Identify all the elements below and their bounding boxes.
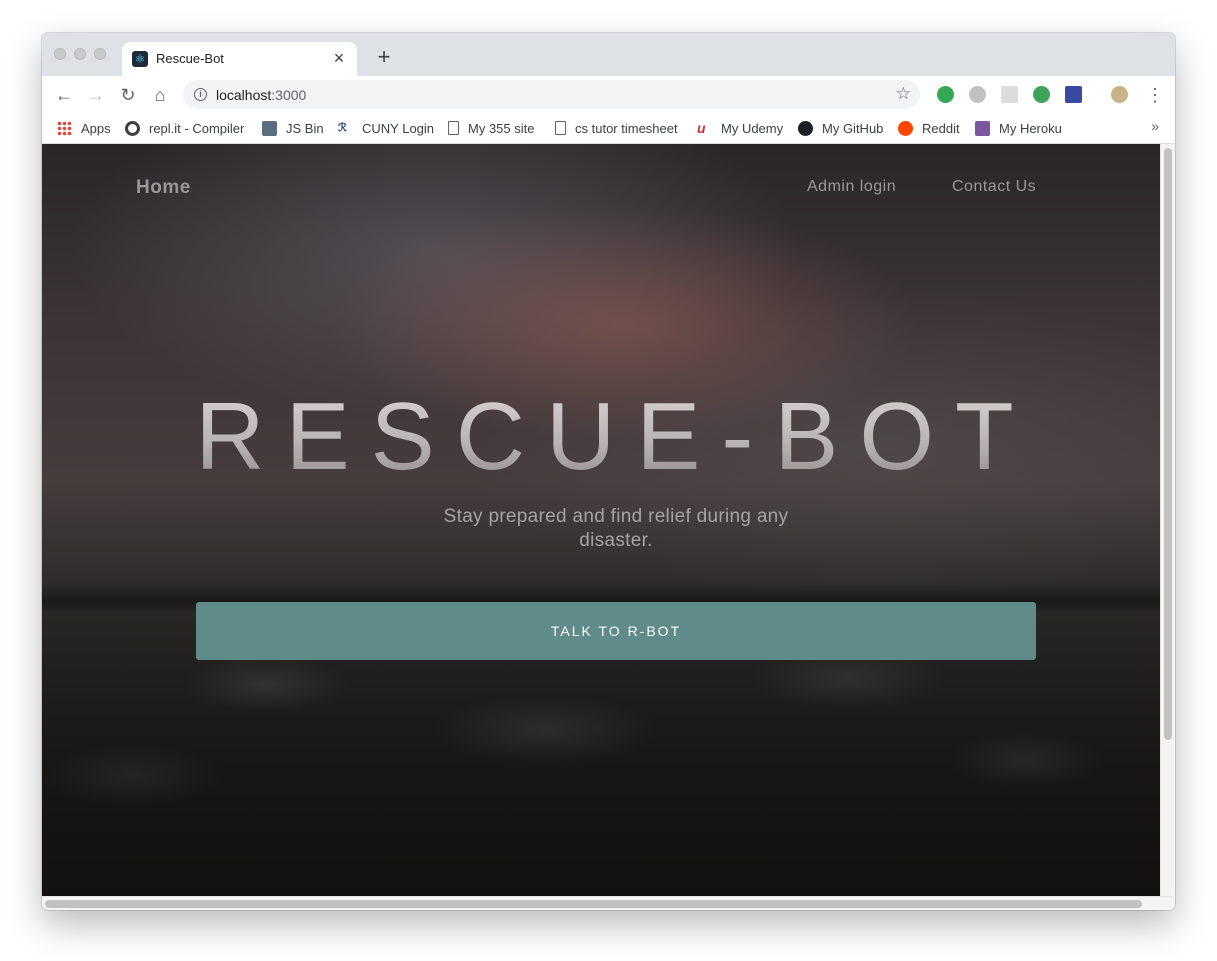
page-viewport: Home Admin login Contact Us RESCUE-BOT S… [42,144,1160,896]
extension-green-icon[interactable] [937,86,954,103]
cuny-icon: ℛ [338,121,347,134]
browser-toolbar: ← → ↻ ⌂ i localhost:3000 ☆ ⋮ [42,76,1175,113]
bookmark-label: My Udemy [721,120,784,136]
react-icon: ⚛ [132,51,148,67]
bookmark-label: JS Bin [286,120,324,136]
home-button[interactable]: ⌂ [147,82,173,108]
new-tab-button[interactable]: + [372,45,396,69]
vertical-scrollbar[interactable] [1160,144,1175,896]
bookmark-label: My Heroku [999,120,1062,136]
browser-window: ⚛ Rescue-Bot × + ← → ↻ ⌂ i localhost:300… [42,33,1175,910]
url-port: :3000 [271,87,307,103]
url-text[interactable]: localhost:3000 [216,87,306,103]
talk-to-rbot-button[interactable]: TALK TO R-BOT [196,602,1036,660]
page-icon [448,121,459,135]
maximize-window-button[interactable] [94,48,106,60]
bookmark-replit[interactable]: repl.it - Compiler [125,119,244,137]
reddit-icon [898,120,913,136]
browser-menu-icon[interactable]: ⋮ [1146,82,1164,108]
bookmark-github[interactable]: My GitHub [798,119,883,137]
bookmark-heroku[interactable]: My Heroku [975,119,1062,137]
bookmark-udemy[interactable]: u My Udemy [697,119,783,137]
bookmark-jsbin[interactable]: JS Bin [262,119,324,137]
bookmark-reddit[interactable]: Reddit [898,119,960,137]
apps-grid-icon [57,120,72,136]
extension-grid-icon[interactable] [1001,86,1018,103]
window-controls [54,48,106,60]
extension-grey-icon[interactable] [969,86,986,103]
nav-contact-us-link[interactable]: Contact Us [952,178,1036,196]
tab-strip: ⚛ Rescue-Bot × + [42,33,1175,76]
bookmark-label: My GitHub [822,120,884,136]
bookmark-label: Reddit [922,120,960,136]
reload-button[interactable]: ↻ [115,82,141,108]
replit-icon [125,120,140,136]
bookmark-label: repl.it - Compiler [149,120,245,136]
bookmark-label: cs tutor timesheet [575,120,678,136]
nav-admin-login-link[interactable]: Admin login [807,178,896,196]
bookmark-star-icon[interactable]: ☆ [896,84,911,104]
jsbin-icon [262,120,277,136]
bookmarks-bar: Apps repl.it - Compiler JS Bin ℛ CUNY Lo… [42,113,1175,144]
hero-title: RESCUE-BOT [42,382,1160,492]
browser-tab[interactable]: ⚛ Rescue-Bot × [122,42,357,76]
github-icon [798,120,813,136]
bookmark-cs-tutor-timesheet[interactable]: cs tutor timesheet [555,119,678,137]
grammarly-icon[interactable] [1033,86,1050,103]
close-tab-icon[interactable]: × [329,48,349,68]
bookmark-label: CUNY Login [362,120,435,136]
address-bar[interactable]: i localhost:3000 ☆ [183,80,920,109]
bookmark-label: Apps [81,120,111,136]
bookmarks-overflow-icon[interactable]: » [1151,118,1159,134]
nav-home-link[interactable]: Home [136,177,191,199]
bookmark-label: My 355 site [468,120,535,136]
bookmark-cuny[interactable]: ℛ CUNY Login [338,119,434,137]
vertical-scroll-thumb[interactable] [1164,148,1172,740]
horizontal-scrollbar[interactable] [42,896,1175,910]
tab-title: Rescue-Bot [156,51,224,66]
profile-avatar[interactable] [1111,86,1128,103]
hero-subtitle: Stay prepared and find relief during any… [443,506,789,551]
url-host: localhost [216,87,272,103]
horizontal-scroll-thumb[interactable] [45,900,1142,908]
minimize-window-button[interactable] [74,48,86,60]
bookmark-apps[interactable]: Apps [57,119,111,137]
info-icon[interactable]: i [194,88,207,101]
heroku-icon [975,120,990,136]
close-window-button[interactable] [54,48,66,60]
bookmark-my-355-site[interactable]: My 355 site [448,119,534,137]
extension-bookmark-icon[interactable] [1065,86,1082,103]
page-icon [555,121,566,135]
forward-button[interactable]: → [83,82,109,108]
back-button[interactable]: ← [51,82,77,108]
udemy-icon: u [697,119,706,136]
